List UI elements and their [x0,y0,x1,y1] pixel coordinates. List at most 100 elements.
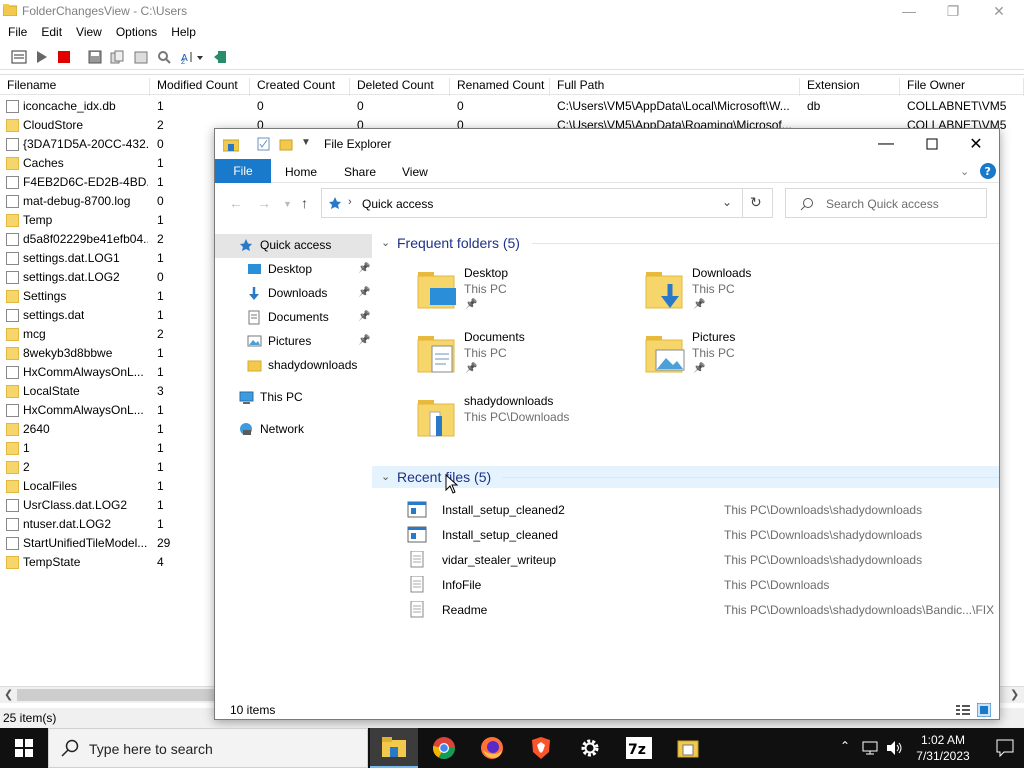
show-hidden-icons-icon[interactable]: ⌃ [840,739,850,753]
col-full-path[interactable]: Full Path [550,78,800,96]
close-button[interactable]: ✕ [976,0,1022,23]
scroll-left-icon[interactable]: ❮ [4,688,13,701]
ribbon-tab-file[interactable]: File [215,159,271,183]
nav-item-desktop[interactable]: Desktop 📌 [215,258,372,282]
nav-item-downloads[interactable]: Downloads 📌 [215,282,372,306]
taskbar-brave[interactable] [517,728,565,768]
fe-maximize-button[interactable] [909,129,955,159]
recent-file-name: Install_setup_cleaned2 [442,503,565,517]
frequent-folder-pictures[interactable]: Pictures This PC 📌 [644,330,854,386]
taskbar-folderchangesview[interactable] [664,728,712,768]
ribbon-tab-view[interactable]: View [402,165,428,179]
help-icon[interactable]: ? [980,163,996,179]
refresh-icon[interactable]: ↻ [750,194,762,211]
col-modified-count[interactable]: Modified Count [150,78,250,96]
play-icon[interactable] [33,48,51,66]
minimize-button[interactable]: — [886,0,932,23]
taskbar-firefox[interactable] [468,728,516,768]
large-icons-view-icon[interactable] [977,703,991,717]
col-extension[interactable]: Extension [800,78,900,96]
fe-close-button[interactable]: ✕ [953,129,999,159]
menu-edit[interactable]: Edit [33,23,68,43]
ribbon-tab-share[interactable]: Share [344,165,376,179]
forward-icon[interactable]: → [257,195,271,211]
expand-ribbon-icon[interactable]: ⌄ [960,165,969,178]
new-folder-quick-icon[interactable] [279,137,293,151]
find-icon[interactable] [155,48,173,66]
maximize-button[interactable]: ❐ [930,0,976,23]
breadcrumb-chevron-icon[interactable]: › [348,196,352,208]
sort-icon[interactable]: AZ [180,48,206,66]
taskbar-7zip[interactable]: 7z [615,728,663,768]
start-button[interactable] [0,728,48,768]
col-created-count[interactable]: Created Count [250,78,350,96]
nav-item-this-pc[interactable]: This PC [215,386,372,410]
back-icon[interactable]: ← [229,195,243,211]
recent-file-item[interactable]: Readme This PC\Downloads\shadydownloads\B… [407,598,999,623]
col-filename[interactable]: Filename [0,78,150,96]
nav-item-pictures[interactable]: Pictures 📌 [215,330,372,354]
frequent-folder-desktop[interactable]: Desktop This PC 📌 [416,266,626,322]
save-icon[interactable] [86,48,104,66]
cell-name: HxCommAlwaysOnL... [23,365,144,379]
fcv-titlebar[interactable]: FolderChangesView - C:\Users — ❐ ✕ [0,0,1024,23]
taskbar-file-explorer[interactable] [370,728,418,768]
volume-icon[interactable] [886,740,904,756]
group-recent-files[interactable]: ⌄ Recent files (5) [372,466,999,488]
collapse-chevron-icon[interactable]: ⌄ [381,236,390,249]
up-icon[interactable]: ↑ [301,195,308,211]
menu-help[interactable]: Help [163,23,202,43]
col-deleted-count[interactable]: Deleted Count [350,78,450,96]
notifications-icon[interactable] [996,739,1014,757]
group-frequent-folders[interactable]: ⌄ Frequent folders (5) [372,232,999,254]
nav-item-network[interactable]: Network [215,418,372,442]
fe-titlebar[interactable]: ▼ File Explorer — ✕ [215,129,999,159]
search-box[interactable]: Search Quick access [785,188,987,218]
details-view-icon[interactable] [955,704,971,716]
frequent-folder-documents[interactable]: Documents This PC 📌 [416,330,626,386]
taskbar-settings[interactable] [566,728,614,768]
search-icon [61,739,79,757]
menu-options[interactable]: Options [108,23,163,43]
clock[interactable]: 1:02 AM 7/31/2023 [908,732,978,764]
customize-qat-icon[interactable]: ▼ [301,137,311,148]
taskbar-search[interactable]: Type here to search [48,728,368,768]
recent-file-item[interactable]: vidar_stealer_writeup This PC\Downloads\s… [407,548,999,573]
stop-icon[interactable] [55,48,73,66]
collapse-chevron-icon[interactable]: ⌄ [381,470,390,483]
network-icon[interactable] [862,740,880,756]
nav-item-documents[interactable]: Documents 📌 [215,306,372,330]
frequent-folder-shadydownloads[interactable]: shadydownloads This PC\Downloads [416,394,626,450]
address-dropdown-icon[interactable]: ⌄ [722,195,732,209]
taskbar-chrome[interactable] [420,728,468,768]
ribbon-tab-home[interactable]: Home [285,165,317,179]
nav-item-label: Documents [268,310,329,324]
properties-icon[interactable] [132,48,150,66]
scroll-right-icon[interactable]: ❯ [1010,688,1019,701]
recent-file-path: This PC\Downloads\shadydownloads\Bandic.… [724,603,995,617]
options-icon[interactable] [10,48,28,66]
recent-file-item[interactable]: Install_setup_cleaned2 This PC\Downloads\… [407,498,999,523]
text-file-icon [410,601,424,618]
recent-file-item[interactable]: Install_setup_cleaned This PC\Downloads\s… [407,523,999,548]
address-bar[interactable]: › Quick access ⌄ ↻ [321,188,773,218]
col-renamed-count[interactable]: Renamed Count [450,78,550,96]
scrollbar-thumb[interactable] [17,689,217,701]
table-row[interactable]: iconcache_idx.db 1 0 0 0 C:\Users\VM5\AppData… [0,97,1024,116]
col-file-owner[interactable]: File Owner [900,78,1024,96]
recent-file-item[interactable]: InfoFile This PC\Downloads [407,573,999,598]
folder-icon [417,400,455,437]
properties-quick-icon[interactable] [257,137,271,151]
copy-icon[interactable] [108,48,126,66]
folder-location: This PC [464,346,507,360]
nav-item-shadydownloads[interactable]: shadydownloads [215,354,372,378]
file-explorer-window: ▼ File Explorer — ✕ File Home Share View… [214,128,1000,720]
exit-icon[interactable] [211,48,229,66]
fe-minimize-button[interactable]: — [863,129,909,159]
recent-locations-icon[interactable]: ▼ [283,199,292,209]
menu-view[interactable]: View [68,23,108,43]
cell-modified: 0 [157,194,164,208]
frequent-folder-downloads[interactable]: Downloads This PC 📌 [644,266,854,322]
nav-item-quick-access[interactable]: Quick access [215,234,372,258]
menu-file[interactable]: File [0,23,33,43]
